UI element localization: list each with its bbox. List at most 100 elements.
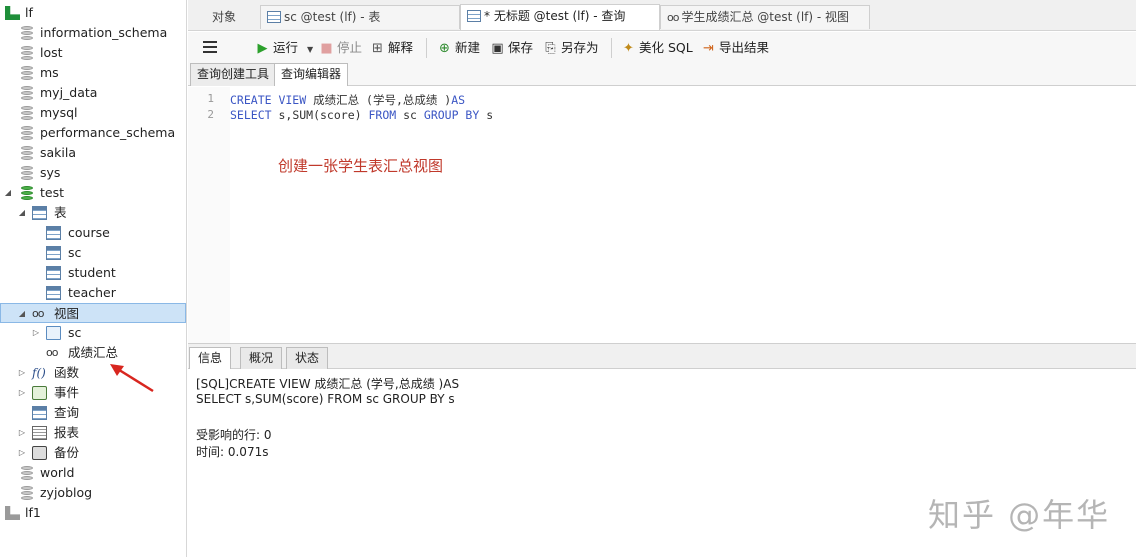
beautify-sql-button[interactable]: ✦ 美化 SQL xyxy=(621,39,693,57)
expand-right-icon[interactable]: ▷ xyxy=(17,443,27,463)
tab-label: * 无标题 @test (lf) - 查询 xyxy=(484,9,626,23)
save-as-button[interactable]: ⎘ 另存为 xyxy=(543,39,599,57)
table-icon xyxy=(46,286,61,300)
save-label: 保存 xyxy=(508,40,534,55)
view-glasses-icon: oo xyxy=(667,11,680,24)
expand-right-icon[interactable]: ▷ xyxy=(17,383,27,403)
line-number: 2 xyxy=(207,108,214,121)
tree-connection-lf[interactable]: lf xyxy=(0,3,186,23)
connection-label: lf xyxy=(25,5,33,20)
dropdown-arrow-icon[interactable]: ▼ xyxy=(307,45,313,54)
tab-objects[interactable]: 对象 xyxy=(191,5,257,29)
tree-table-course[interactable]: course xyxy=(0,223,186,243)
tree-db-world[interactable]: world xyxy=(0,463,186,483)
tree-db-performance-schema[interactable]: performance_schema xyxy=(0,123,186,143)
tree-tables-node[interactable]: ◢ 表 xyxy=(0,203,186,223)
tree-node-label: 视图 xyxy=(54,306,80,321)
tab-view-grade-summary[interactable]: oo 学生成绩汇总 @test (lf) - 视图 xyxy=(660,5,870,29)
function-icon: f() xyxy=(32,366,46,380)
query-icon xyxy=(467,10,481,22)
run-button[interactable]: ▶ 运行 ▼ xyxy=(255,39,314,57)
tree-db-ms[interactable]: ms xyxy=(0,63,186,83)
sql-keyword: FROM xyxy=(368,108,397,122)
sql-keyword: GROUP BY xyxy=(423,108,480,122)
run-label: 运行 xyxy=(273,40,299,55)
view-glasses-icon: oo xyxy=(46,346,58,359)
tab-query-editor[interactable]: 查询编辑器 xyxy=(274,63,349,86)
sql-text: sc xyxy=(396,108,424,122)
menu-icon[interactable] xyxy=(203,41,217,53)
tree-view-grade-summary[interactable]: oo 成绩汇总 xyxy=(0,343,186,363)
tree-events-node[interactable]: ▷ 事件 xyxy=(0,383,186,403)
database-label: test xyxy=(40,185,65,200)
tree-reports-node[interactable]: ▷ 报表 xyxy=(0,423,186,443)
sql-text: s,SUM(score) xyxy=(271,108,369,122)
tree-db-mysql[interactable]: mysql xyxy=(0,103,186,123)
code-line-2[interactable]: SELECT s,SUM(score) FROM sc GROUP BY s xyxy=(230,108,493,122)
tree-table-teacher[interactable]: teacher xyxy=(0,283,186,303)
new-icon: ⊕ xyxy=(439,41,450,56)
table-icon xyxy=(46,226,61,240)
tab-overview[interactable]: 概况 xyxy=(240,347,283,369)
connection-icon xyxy=(5,6,20,20)
tree-db-myj-data[interactable]: myj_data xyxy=(0,83,186,103)
tab-query-untitled[interactable]: * 无标题 @test (lf) - 查询 xyxy=(460,4,660,30)
database-icon xyxy=(21,106,33,120)
database-label: zyjoblog xyxy=(40,485,93,500)
database-icon xyxy=(21,166,33,180)
tab-label: 信息 xyxy=(198,351,223,365)
query-icon xyxy=(32,406,47,420)
save-as-label: 另存为 xyxy=(561,40,599,55)
tree-connection-lf1[interactable]: lf1 xyxy=(0,503,186,523)
table-icon xyxy=(46,246,61,260)
query-toolbar: ▶ 运行 ▼ ■ 停止 ⊞ 解释 ⊕ 新建 ▣ 保存 ⎘ 另存为 ✦ 美化 SQL ⇥ 导出结果 xyxy=(188,32,1136,62)
tree-backups-node[interactable]: ▷ 备份 xyxy=(0,443,186,463)
tree-views-node[interactable]: ◢ oo 视图 xyxy=(0,303,186,323)
tree-db-information-schema[interactable]: information_schema xyxy=(0,23,186,43)
database-label: performance_schema xyxy=(40,125,176,140)
stop-icon: ■ xyxy=(320,41,333,56)
connection-icon xyxy=(5,506,20,520)
sql-editor[interactable]: 1 2 CREATE VIEW 成绩汇总 (学号,总成绩 )AS SELECT … xyxy=(188,87,1136,343)
expand-right-icon[interactable]: ▷ xyxy=(31,323,41,343)
expand-down-icon[interactable]: ◢ xyxy=(17,304,27,324)
tab-label: 状态 xyxy=(295,351,320,365)
database-open-icon xyxy=(21,186,33,200)
tab-info[interactable]: 信息 xyxy=(189,347,232,369)
tab-query-builder[interactable]: 查询创建工具 xyxy=(190,63,277,86)
expand-down-icon[interactable]: ◢ xyxy=(17,203,27,223)
tree-db-sakila[interactable]: sakila xyxy=(0,143,186,163)
tree-db-sys[interactable]: sys xyxy=(0,163,186,183)
tree-queries-node[interactable]: 查询 xyxy=(0,403,186,423)
tree-view-sc[interactable]: ▷ sc xyxy=(0,323,186,343)
tree-node-label: 备份 xyxy=(54,445,80,460)
save-button[interactable]: ▣ 保存 xyxy=(490,39,533,57)
export-results-button[interactable]: ⇥ 导出结果 xyxy=(701,39,769,57)
expand-right-icon[interactable]: ▷ xyxy=(17,363,27,383)
result-sql-line-1: [SQL]CREATE VIEW 成绩汇总 (学号,总成绩 )AS xyxy=(196,377,460,391)
tree-node-label: 报表 xyxy=(54,425,80,440)
database-icon xyxy=(21,466,33,480)
tree-table-student[interactable]: student xyxy=(0,263,186,283)
explain-button[interactable]: ⊞ 解释 xyxy=(370,39,413,57)
new-button[interactable]: ⊕ 新建 xyxy=(437,39,480,57)
tree-table-sc[interactable]: sc xyxy=(0,243,186,263)
tree-db-test[interactable]: ◢ test xyxy=(0,183,186,203)
save-icon: ▣ xyxy=(491,41,504,56)
save-as-icon: ⎘ xyxy=(545,41,556,56)
tab-status[interactable]: 状态 xyxy=(286,347,329,369)
tree-functions-node[interactable]: ▷ f() 函数 xyxy=(0,363,186,383)
tab-table-sc[interactable]: sc @test (lf) - 表 xyxy=(260,5,460,29)
code-line-1[interactable]: CREATE VIEW 成绩汇总 (学号,总成绩 )AS xyxy=(230,92,465,108)
expand-down-icon[interactable]: ◢ xyxy=(3,183,13,203)
tab-label: 概况 xyxy=(249,351,274,365)
database-icon xyxy=(21,486,33,500)
tree-db-lost[interactable]: lost xyxy=(0,43,186,63)
database-icon xyxy=(21,126,33,140)
database-icon xyxy=(21,86,33,100)
tree-db-zyjoblog[interactable]: zyjoblog xyxy=(0,483,186,503)
sql-keyword: SELECT xyxy=(230,108,272,122)
database-icon xyxy=(21,66,33,80)
stop-button[interactable]: ■ 停止 xyxy=(319,39,362,57)
expand-right-icon[interactable]: ▷ xyxy=(17,423,27,443)
